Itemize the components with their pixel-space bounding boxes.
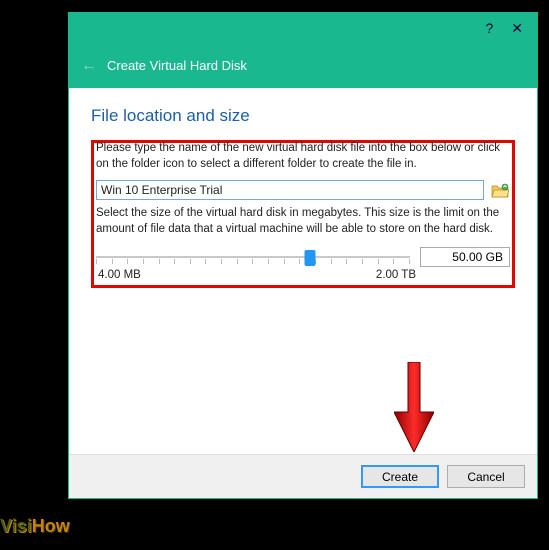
filename-input[interactable] xyxy=(96,180,484,200)
folder-icon[interactable] xyxy=(490,181,510,199)
dialog-window: ? ✕ ← Create Virtual Hard Disk File loca… xyxy=(68,12,538,499)
size-input[interactable] xyxy=(420,247,510,267)
range-min-label: 4.00 MB xyxy=(98,269,141,281)
back-icon[interactable]: ← xyxy=(81,57,97,75)
slider-row xyxy=(94,245,512,267)
section-heading: File location and size xyxy=(91,106,515,126)
dialog-content: File location and size Please type the n… xyxy=(69,88,537,288)
highlight-annotation: Please type the name of the new virtual … xyxy=(91,140,515,288)
slider-thumb[interactable] xyxy=(304,250,315,266)
range-max-label: 2.00 TB xyxy=(376,269,416,281)
watermark: VisiHow xyxy=(0,516,70,537)
button-bar: Create Cancel xyxy=(69,454,537,498)
range-labels: 4.00 MB 2.00 TB xyxy=(94,267,512,285)
system-titlebar: ? ✕ xyxy=(69,13,537,43)
file-instruction-text: Please type the name of the new virtual … xyxy=(94,141,512,180)
file-row xyxy=(94,180,512,208)
create-button[interactable]: Create xyxy=(361,465,439,488)
dialog-title: Create Virtual Hard Disk xyxy=(107,58,247,73)
dialog-header: ← Create Virtual Hard Disk xyxy=(69,43,537,88)
size-instruction-text: Select the size of the virtual hard disk… xyxy=(94,206,512,245)
help-icon[interactable]: ? xyxy=(485,20,493,36)
close-icon[interactable]: ✕ xyxy=(511,20,523,37)
size-slider[interactable] xyxy=(96,247,410,267)
cancel-button[interactable]: Cancel xyxy=(447,465,525,488)
